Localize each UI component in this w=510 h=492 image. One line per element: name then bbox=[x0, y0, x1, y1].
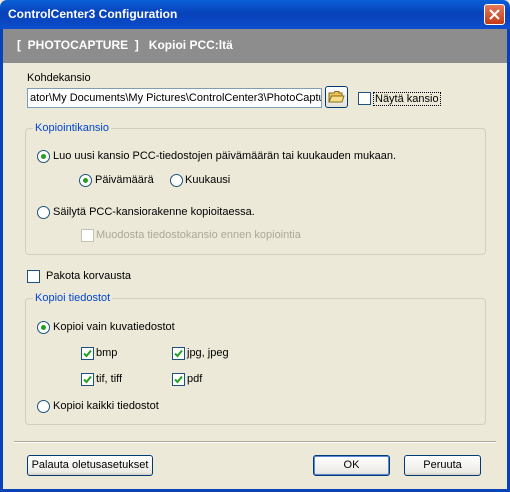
date-radio[interactable] bbox=[79, 174, 92, 187]
pdf-label: pdf bbox=[187, 373, 203, 385]
show-folder-checkbox[interactable] bbox=[358, 92, 371, 105]
month-label: Kuukausi bbox=[185, 174, 231, 186]
ok-button[interactable]: OK bbox=[313, 455, 390, 476]
checkmark-icon bbox=[174, 349, 183, 358]
keep-structure-label: Säilytä PCC-kansiorakenne kopioitaessa. bbox=[53, 206, 255, 218]
force-overwrite-checkbox[interactable] bbox=[27, 270, 40, 283]
show-folder-label: Näytä kansio bbox=[373, 92, 441, 106]
window-border-left bbox=[0, 29, 3, 492]
tif-checkbox[interactable] bbox=[81, 373, 94, 386]
close-button[interactable] bbox=[484, 4, 505, 25]
force-overwrite-label: Pakota korvausta bbox=[46, 270, 131, 282]
bmp-label: bmp bbox=[96, 347, 118, 359]
copy-folder-legend: Kopiointikansio bbox=[33, 122, 111, 134]
all-files-label: Kopioi kaikki tiedostot bbox=[53, 400, 159, 412]
keep-structure-radio[interactable] bbox=[37, 206, 50, 219]
destination-folder-label: Kohdekansio bbox=[27, 72, 91, 84]
tif-label: tif, tiff bbox=[96, 373, 123, 385]
new-folder-radio[interactable] bbox=[37, 150, 50, 163]
restore-defaults-button[interactable]: Palauta oletusasetukset bbox=[27, 455, 153, 476]
all-files-radio[interactable] bbox=[37, 400, 50, 413]
month-radio[interactable] bbox=[170, 174, 183, 187]
cancel-button[interactable]: Peruuta bbox=[404, 455, 481, 476]
create-file-folder-checkbox[interactable] bbox=[81, 229, 94, 242]
browse-folder-button[interactable] bbox=[325, 86, 348, 108]
close-icon bbox=[489, 9, 500, 20]
jpg-label: jpg, jpeg bbox=[187, 347, 229, 359]
images-only-label: Kopioi vain kuvatiedostot bbox=[53, 321, 175, 333]
date-label: Päivämäärä bbox=[95, 174, 154, 186]
checkmark-icon bbox=[83, 349, 92, 358]
window-title: ControlCenter3 Configuration bbox=[8, 7, 178, 21]
jpg-checkbox[interactable] bbox=[172, 347, 185, 360]
copy-files-legend: Kopioi tiedostot bbox=[33, 292, 113, 304]
destination-path-input[interactable]: ator\My Documents\My Pictures\ControlCen… bbox=[27, 88, 322, 108]
folder-icon bbox=[328, 91, 345, 103]
bmp-checkbox[interactable] bbox=[81, 347, 94, 360]
images-only-radio[interactable] bbox=[37, 321, 50, 334]
section-header-text: [ PHOTOCAPTURE ] Kopioi PCC:ltä bbox=[17, 38, 233, 52]
section-header: [ PHOTOCAPTURE ] Kopioi PCC:ltä bbox=[3, 29, 507, 63]
checkmark-icon bbox=[174, 375, 183, 384]
create-file-folder-label: Muodosta tiedostokansio ennen kopiointia bbox=[96, 229, 301, 241]
new-folder-label: Luo uusi kansio PCC-tiedostojen päivämää… bbox=[53, 150, 397, 162]
pdf-checkbox[interactable] bbox=[172, 373, 185, 386]
checkmark-icon bbox=[83, 375, 92, 384]
button-divider bbox=[14, 441, 496, 443]
